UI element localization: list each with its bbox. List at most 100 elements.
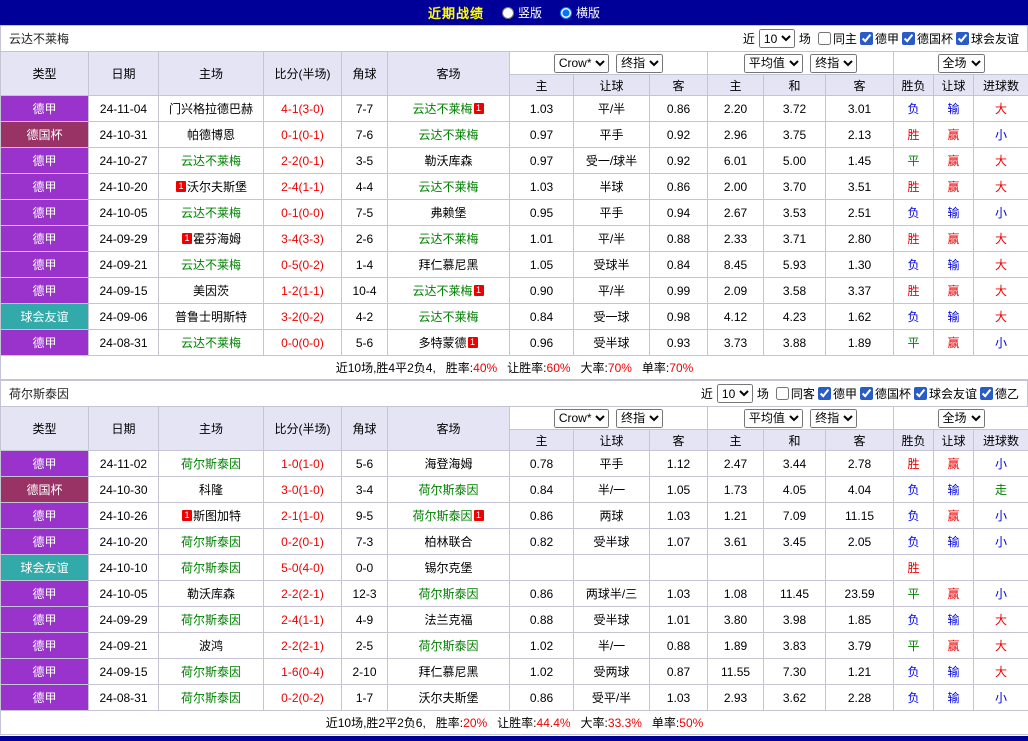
- odds-stage-select-2[interactable]: 终指: [810, 409, 857, 428]
- checkbox-input[interactable]: [980, 387, 993, 400]
- red-card-badge: 1: [468, 337, 478, 348]
- corners-cell: 9-5: [342, 503, 388, 529]
- vertical-radio-label: 竖版: [518, 4, 542, 21]
- team-name: 斯图加特: [193, 509, 241, 523]
- date-cell: 24-10-26: [89, 503, 159, 529]
- odds-company-header: Crow* 终指: [510, 52, 708, 75]
- away-team-cell: 云达不莱梅: [388, 304, 510, 330]
- stat-label: 大率:: [581, 716, 608, 730]
- match-row: 德甲24-08-31荷尔斯泰因0-2(0-2)1-7沃尔夫斯堡0.86受平/半1…: [1, 685, 1028, 711]
- summary-row: 近10场,胜2平2负6,胜率:20%让胜率:44.4%大率:33.3%单率:50…: [1, 711, 1028, 735]
- europe-average-select[interactable]: 平均值: [744, 54, 803, 73]
- summary-prefix: 近10场,胜4平2负4,: [336, 361, 436, 375]
- odds-stage-select-2[interactable]: 终指: [810, 54, 857, 73]
- checkbox-label: 德乙: [995, 385, 1019, 402]
- stat-label: 大率:: [581, 361, 608, 375]
- result-cell: 大: [974, 96, 1028, 122]
- odds-cell: 1.89: [826, 330, 894, 356]
- league-cell: 德甲: [1, 607, 89, 633]
- filter-checkbox-德乙[interactable]: 德乙: [980, 385, 1019, 402]
- europe-average-select[interactable]: 平均值: [744, 409, 803, 428]
- odds-cell: 4.23: [764, 304, 826, 330]
- team-name: 拜仁慕尼黑: [418, 258, 478, 272]
- checkbox-input[interactable]: [902, 32, 915, 45]
- red-card-badge: 1: [474, 510, 484, 521]
- league-cell: 德甲: [1, 529, 89, 555]
- odds-company-select[interactable]: Crow*: [554, 409, 609, 428]
- odds-cell: 5.93: [764, 252, 826, 278]
- corners-cell: 1-4: [342, 252, 388, 278]
- team-name: 科隆: [199, 483, 223, 497]
- odds-cell: 4.04: [826, 477, 894, 503]
- stat-value: 40%: [473, 361, 497, 375]
- checkbox-input[interactable]: [818, 387, 831, 400]
- checkbox-input[interactable]: [776, 387, 789, 400]
- league-cell: 德甲: [1, 96, 89, 122]
- filter-checkbox-球会友谊[interactable]: 球会友谊: [956, 30, 1019, 47]
- score-cell: 2-1(1-0): [264, 503, 342, 529]
- recent-count-select[interactable]: 10: [717, 384, 753, 403]
- vertical-radio[interactable]: [502, 7, 514, 19]
- filter-checkbox-德国杯[interactable]: 德国杯: [860, 385, 911, 402]
- team-name: 勒沃库森: [187, 587, 235, 601]
- col-header-date: 日期: [89, 407, 159, 451]
- odds-cell: 1.03: [650, 503, 708, 529]
- away-team-cell: 法兰克福: [388, 607, 510, 633]
- result-cell: 大: [974, 304, 1028, 330]
- filter-checkbox-德甲[interactable]: 德甲: [818, 385, 857, 402]
- odds-cell: 1.02: [510, 659, 574, 685]
- league-cell: 德国杯: [1, 477, 89, 503]
- odds-stage-select-1[interactable]: 终指: [616, 409, 663, 428]
- layout-option-horizontal[interactable]: 横版: [560, 4, 600, 21]
- filter-checkbox-德国杯[interactable]: 德国杯: [902, 30, 953, 47]
- checkbox-label: 德国杯: [917, 30, 953, 47]
- match-row: 德甲24-08-31云达不莱梅0-0(0-0)5-6多特蒙德10.96受半球0.…: [1, 330, 1028, 356]
- games-label: 场: [799, 30, 811, 47]
- result-cell: 负: [894, 607, 934, 633]
- result-cell: 大: [974, 174, 1028, 200]
- checkbox-input[interactable]: [956, 32, 969, 45]
- table-header-row-1: 类型 日期 主场 比分(半场) 角球 客场 Crow* 终指 平均值 终指 全场: [1, 52, 1028, 75]
- filter-checkbox-同主[interactable]: 同主: [818, 30, 857, 47]
- odds-cell: 3.37: [826, 278, 894, 304]
- horizontal-radio[interactable]: [560, 7, 572, 19]
- score-cell: 0-5(0-2): [264, 252, 342, 278]
- col-header-euro-draw: 和: [764, 75, 826, 96]
- odds-cell: 7.09: [764, 503, 826, 529]
- match-row: 德甲24-09-15美因茨1-2(1-1)10-4云达不莱梅10.90平/半0.…: [1, 278, 1028, 304]
- col-header-euro-away: 客: [826, 430, 894, 451]
- odds-company-select[interactable]: Crow*: [554, 54, 609, 73]
- layout-option-vertical[interactable]: 竖版: [502, 4, 542, 21]
- date-cell: 24-10-20: [89, 174, 159, 200]
- away-team-cell: 柏林联合: [388, 529, 510, 555]
- team-name: 勒沃库森: [424, 154, 472, 168]
- team-name: 云达不莱梅: [412, 102, 472, 116]
- period-select[interactable]: 全场: [938, 54, 985, 73]
- red-card-badge: 1: [474, 285, 484, 296]
- filter-checkbox-同客[interactable]: 同客: [776, 385, 815, 402]
- odds-stage-select-1[interactable]: 终指: [616, 54, 663, 73]
- checkbox-input[interactable]: [914, 387, 927, 400]
- odds-cell: 平/半: [574, 226, 650, 252]
- checkbox-input[interactable]: [860, 32, 873, 45]
- odds-cell: 0.87: [650, 659, 708, 685]
- team-name: 荷尔斯泰因: [418, 639, 478, 653]
- summary-cell: 近10场,胜2平2负6,胜率:20%让胜率:44.4%大率:33.3%单率:50…: [1, 711, 1028, 735]
- score-cell: 4-1(3-0): [264, 96, 342, 122]
- result-cell: 输: [934, 529, 974, 555]
- odds-cell: 3.83: [764, 633, 826, 659]
- result-cell: 小: [974, 581, 1028, 607]
- filter-checkbox-德甲[interactable]: 德甲: [860, 30, 899, 47]
- filter-checkbox-球会友谊[interactable]: 球会友谊: [914, 385, 977, 402]
- checkbox-input[interactable]: [860, 387, 873, 400]
- date-cell: 24-09-29: [89, 226, 159, 252]
- score-cell: 5-0(4-0): [264, 555, 342, 581]
- home-team-cell: 勒沃库森: [159, 581, 264, 607]
- odds-cell: 半/一: [574, 477, 650, 503]
- recent-count-select[interactable]: 10: [759, 29, 795, 48]
- col-header-euro-home: 主: [708, 430, 764, 451]
- period-select[interactable]: 全场: [938, 409, 985, 428]
- col-header-goals: 进球数: [974, 75, 1028, 96]
- odds-cell: 1.03: [510, 96, 574, 122]
- checkbox-input[interactable]: [818, 32, 831, 45]
